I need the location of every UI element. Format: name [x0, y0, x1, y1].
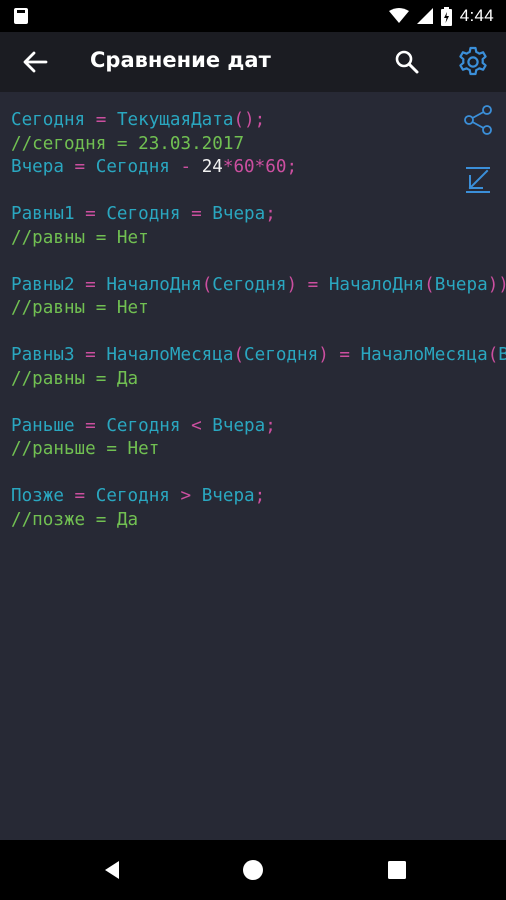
nav-back-icon[interactable] [100, 858, 124, 882]
code-token: = [180, 204, 213, 224]
wifi-icon [388, 8, 409, 23]
notification-icon [14, 8, 28, 24]
code-token: = [328, 345, 361, 365]
clock: 4:44 [459, 6, 494, 25]
code-token: НачалоДня [328, 274, 425, 295]
code-token: //позже = Да [11, 509, 139, 530]
code-line: //равны = Нет [11, 227, 506, 251]
navigation-bar [0, 840, 506, 900]
collapse-arrow-icon[interactable] [465, 166, 491, 194]
code-editor[interactable]: Сегодня = ТекущаяДата();//сегодня = 23.0… [0, 92, 506, 840]
code-token: Сегодня [212, 274, 287, 295]
code-token: ; [265, 415, 276, 436]
code-token: > [169, 486, 202, 506]
code-token: Раньше [11, 415, 75, 436]
search-icon[interactable] [393, 48, 421, 76]
code-text[interactable]: Сегодня = ТекущаяДата();//сегодня = 23.0… [11, 109, 506, 532]
code-token: Вчера [498, 345, 506, 365]
code-token: ( [201, 274, 213, 295]
code-token: = [74, 345, 107, 365]
code-token: Позже [11, 486, 64, 506]
code-token: = [63, 486, 96, 506]
code-token: ) [286, 274, 298, 295]
code-token: //равны = Нет [11, 298, 149, 318]
code-token: ) [318, 345, 329, 365]
code-token: 60 [233, 157, 255, 177]
code-line: //позже = Да [11, 509, 506, 533]
code-token: - [169, 157, 202, 177]
code-token: Сегодня [244, 345, 319, 365]
code-line: //сегодня = 23.03.2017 [11, 133, 506, 157]
code-token: * [254, 157, 266, 177]
share-icon[interactable] [463, 104, 493, 136]
code-token: //сегодня = 23.03.2017 [11, 133, 245, 154]
gear-icon[interactable] [456, 45, 490, 79]
code-token: ; [265, 204, 276, 224]
nav-home-icon[interactable] [241, 858, 265, 882]
code-token: (); [233, 110, 266, 130]
code-token: НачалоМесяца [360, 345, 488, 365]
code-line: //раньше = Нет [11, 438, 506, 462]
code-line: Позже = Сегодня > Вчера; [11, 485, 506, 509]
code-token: Равны2 [11, 274, 75, 295]
code-token: //раньше = Нет [11, 439, 160, 459]
signal-icon [416, 8, 433, 24]
code-token: Сегодня [106, 415, 181, 436]
code-token: ; [254, 486, 266, 506]
code-token: = [74, 274, 107, 295]
code-token: Равны3 [11, 345, 75, 365]
code-line: Вчера = Сегодня - 24*60*60; [11, 156, 506, 180]
status-bar: 4:44 [0, 0, 506, 32]
code-token: )); [487, 274, 506, 295]
code-line: Равны3 = НачалоМесяца(Сегодня) = НачалоМ… [11, 344, 506, 368]
code-token: Вчера [434, 274, 488, 295]
nav-recents-icon[interactable] [385, 858, 409, 882]
code-line: Равны2 = НачалоДня(Сегодня) = НачалоДня(… [11, 274, 506, 298]
code-token: = [85, 110, 117, 130]
app-bar: Сравнение дат [0, 32, 506, 92]
status-icons: 4:44 [388, 6, 494, 26]
code-line: Сегодня = ТекущаяДата(); [11, 109, 506, 133]
code-token: НачалоДня [106, 274, 202, 295]
code-token: Вчера [201, 486, 255, 506]
code-token: Сегодня [95, 157, 170, 177]
code-token: Вчера [212, 204, 266, 224]
code-token: = [74, 415, 107, 436]
code-token: НачалоМесяца [106, 345, 234, 365]
code-token: ( [424, 274, 435, 295]
code-line: //равны = Да [11, 368, 506, 392]
code-token: Сегодня [95, 486, 170, 506]
code-line: //равны = Нет [11, 297, 506, 321]
code-line: Равны1 = Сегодня = Вчера; [11, 203, 506, 227]
code-token: < [180, 415, 213, 436]
code-token: //равны = Да [11, 368, 139, 389]
code-token: * [222, 157, 234, 177]
code-line: Раньше = Сегодня < Вчера; [11, 415, 506, 439]
code-token: Равны1 [11, 204, 75, 224]
code-token: 24 [201, 157, 223, 177]
page-title: Сравнение дат [90, 48, 271, 72]
code-token: = [297, 274, 329, 295]
code-token: Сегодня [11, 110, 86, 130]
code-token: ( [487, 345, 499, 365]
back-arrow-icon[interactable] [20, 48, 50, 76]
code-token: Вчера [11, 157, 64, 177]
code-token: ( [233, 345, 245, 365]
code-token: 60 [265, 157, 287, 177]
code-token: ; [286, 157, 298, 177]
code-token: Сегодня [106, 204, 181, 224]
code-token: = [74, 204, 107, 224]
code-token: = [63, 157, 96, 177]
battery-icon [440, 6, 452, 26]
code-token: //равны = Нет [11, 227, 149, 248]
code-token: Вчера [212, 415, 266, 436]
code-token: ТекущаяДата [116, 110, 234, 130]
